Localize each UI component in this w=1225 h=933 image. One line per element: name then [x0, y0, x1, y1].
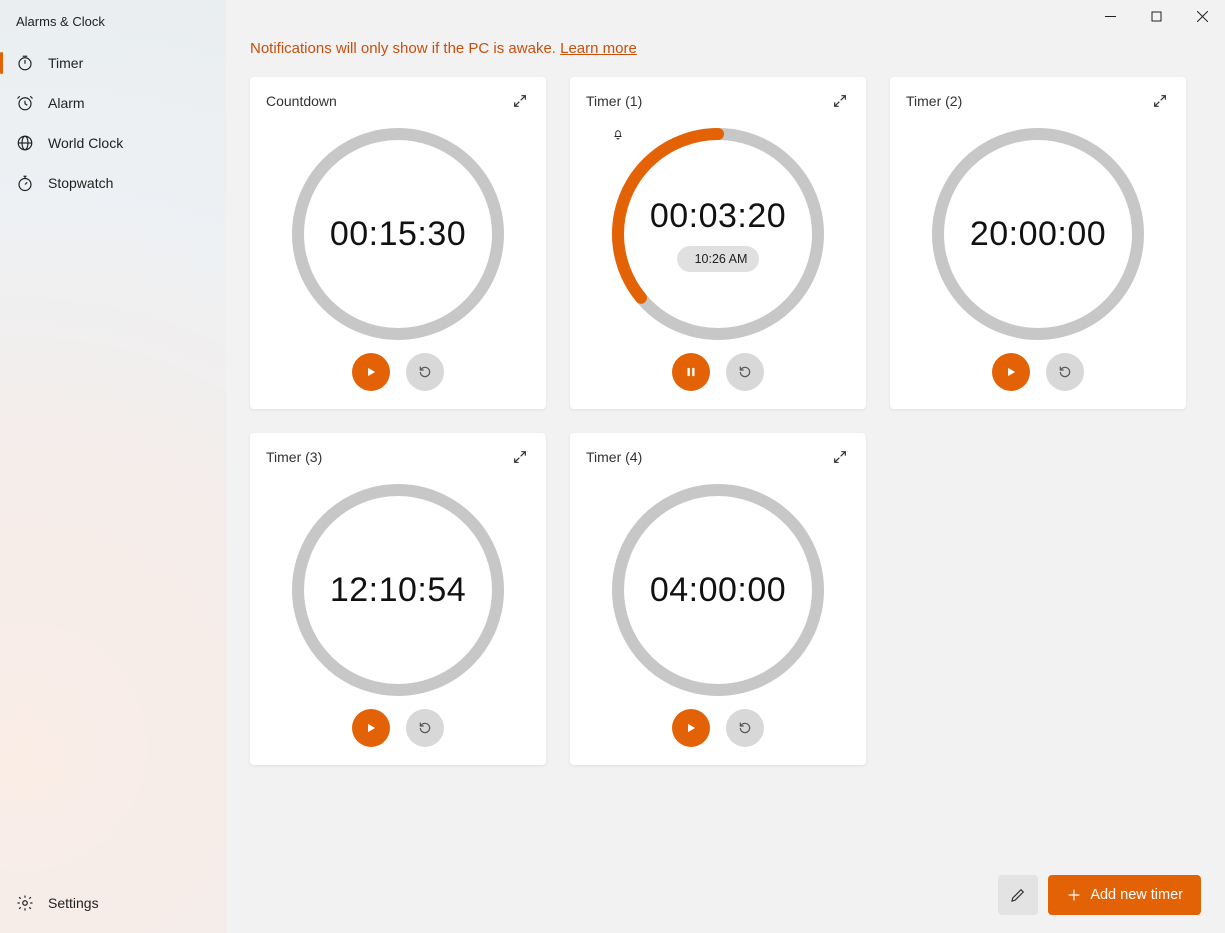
pause-button[interactable] [672, 353, 710, 391]
timer-card[interactable]: Timer (2) 20:00:00 [890, 77, 1186, 409]
reset-button[interactable] [406, 353, 444, 391]
nav: Timer Alarm World Clock [0, 43, 226, 203]
timer-dial: 04:00:00 [586, 467, 850, 709]
timer-name: Timer (1) [586, 93, 642, 109]
timer-grid: Countdown 00:15:30 Timer (1) [226, 65, 1225, 777]
timer-card[interactable]: Timer (3) 12:10:54 [250, 433, 546, 765]
timer-time: 12:10:54 [330, 571, 466, 610]
timer-card[interactable]: Countdown 00:15:30 [250, 77, 546, 409]
maximize-button[interactable] [1133, 0, 1179, 32]
timer-time: 04:00:00 [650, 571, 786, 610]
expand-button[interactable] [510, 447, 530, 467]
plus-icon [1066, 887, 1082, 903]
play-button[interactable] [672, 709, 710, 747]
play-button[interactable] [992, 353, 1030, 391]
stopwatch-icon [16, 174, 34, 192]
reset-button[interactable] [1046, 353, 1084, 391]
bottom-toolbar: Add new timer [998, 875, 1201, 915]
add-button-label: Add new timer [1090, 887, 1183, 903]
timer-name: Timer (3) [266, 449, 322, 465]
notification-link[interactable]: Learn more [560, 40, 637, 57]
sidebar-item-label: World Clock [48, 135, 123, 151]
window-controls [1087, 0, 1225, 32]
sidebar-item-label: Settings [48, 895, 99, 911]
timer-dial: 12:10:54 [266, 467, 530, 709]
timer-card[interactable]: Timer (4) 04:00:00 [570, 433, 866, 765]
timer-end-time: 10:26 AM [695, 252, 748, 266]
timer-time: 00:03:20 [650, 197, 786, 236]
alarm-icon [16, 94, 34, 112]
sidebar-item-world-clock[interactable]: World Clock [0, 123, 226, 163]
expand-button[interactable] [510, 91, 530, 111]
sidebar-item-settings[interactable]: Settings [0, 883, 226, 923]
minimize-button[interactable] [1087, 0, 1133, 32]
app-title: Alarms & Clock [0, 0, 226, 43]
expand-button[interactable] [830, 447, 850, 467]
expand-button[interactable] [1150, 91, 1170, 111]
edit-timers-button[interactable] [998, 875, 1038, 915]
timer-dial: 00:03:20 10:26 AM [586, 111, 850, 353]
close-button[interactable] [1179, 0, 1225, 32]
play-button[interactable] [352, 709, 390, 747]
timer-time: 00:15:30 [330, 215, 466, 254]
world-clock-icon [16, 134, 34, 152]
timer-name: Timer (2) [906, 93, 962, 109]
reset-button[interactable] [726, 709, 764, 747]
sidebar: Alarms & Clock Timer Alarm [0, 0, 226, 933]
timer-name: Timer (4) [586, 449, 642, 465]
main-panel: Notifications will only show if the PC i… [226, 0, 1225, 933]
reset-button[interactable] [406, 709, 444, 747]
sidebar-item-label: Timer [48, 55, 83, 71]
timer-name: Countdown [266, 93, 337, 109]
sidebar-item-label: Stopwatch [48, 175, 113, 191]
add-new-timer-button[interactable]: Add new timer [1048, 875, 1201, 915]
play-button[interactable] [352, 353, 390, 391]
sidebar-item-timer[interactable]: Timer [0, 43, 226, 83]
timer-end-time-pill: 10:26 AM [677, 246, 760, 272]
expand-button[interactable] [830, 91, 850, 111]
sidebar-item-alarm[interactable]: Alarm [0, 83, 226, 123]
timer-dial: 00:15:30 [266, 111, 530, 353]
reset-button[interactable] [726, 353, 764, 391]
timer-dial: 20:00:00 [906, 111, 1170, 353]
gear-icon [16, 894, 34, 912]
notification-banner: Notifications will only show if the PC i… [226, 0, 1225, 65]
timer-icon [16, 54, 34, 72]
sidebar-item-label: Alarm [48, 95, 85, 111]
timer-card[interactable]: Timer (1) 00:03:20 10:26 AM [570, 77, 866, 409]
timer-time: 20:00:00 [970, 215, 1106, 254]
sidebar-item-stopwatch[interactable]: Stopwatch [0, 163, 226, 203]
notification-text: Notifications will only show if the PC i… [250, 40, 560, 57]
